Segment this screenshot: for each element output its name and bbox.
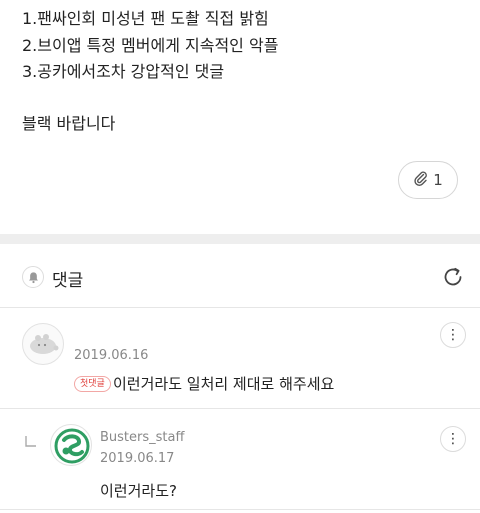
divider [0, 509, 480, 510]
post-line: 1.팬싸인회 미성년 팬 도촬 직접 밝힘 [22, 9, 269, 28]
comment-date: 2019.06.16 [74, 348, 149, 363]
divider [0, 307, 480, 308]
comments-title: 댓글 [52, 271, 84, 291]
comment-text: 이런거라도 일처리 제대로 해주세요 [113, 375, 335, 393]
avatar[interactable] [22, 323, 64, 365]
attachment-button[interactable]: 1 [398, 161, 458, 199]
comment-date: 2019.06.17 [100, 451, 175, 466]
paperclip-icon [413, 170, 429, 190]
post-line: 2.브이앱 특정 멤버에게 지속적인 악플 [22, 35, 279, 55]
first-comment-badge: 첫댓글 [74, 376, 111, 392]
attachment-count: 1 [433, 171, 443, 189]
post-body: 1.팬싸인회 미성년 팬 도촬 직접 밝힘 2.브이앱 특정 멤버에게 지속적인… [22, 6, 278, 86]
avatar[interactable] [50, 424, 92, 466]
post-line: 3.공카에서조차 강압적인 댓글 [22, 62, 225, 81]
reply-arrow-icon [24, 434, 38, 448]
divider [0, 408, 480, 409]
comment-text: 이런거라도? [100, 482, 177, 500]
more-vertical-icon[interactable]: ⋮ [440, 426, 466, 452]
bell-icon [22, 266, 44, 288]
refresh-icon[interactable] [441, 265, 465, 289]
comment-author[interactable]: Busters_staff [100, 430, 184, 445]
section-separator [0, 234, 480, 244]
post-closing-line: 블랙 바랍니다 [22, 114, 116, 133]
more-vertical-icon[interactable]: ⋮ [440, 322, 466, 348]
